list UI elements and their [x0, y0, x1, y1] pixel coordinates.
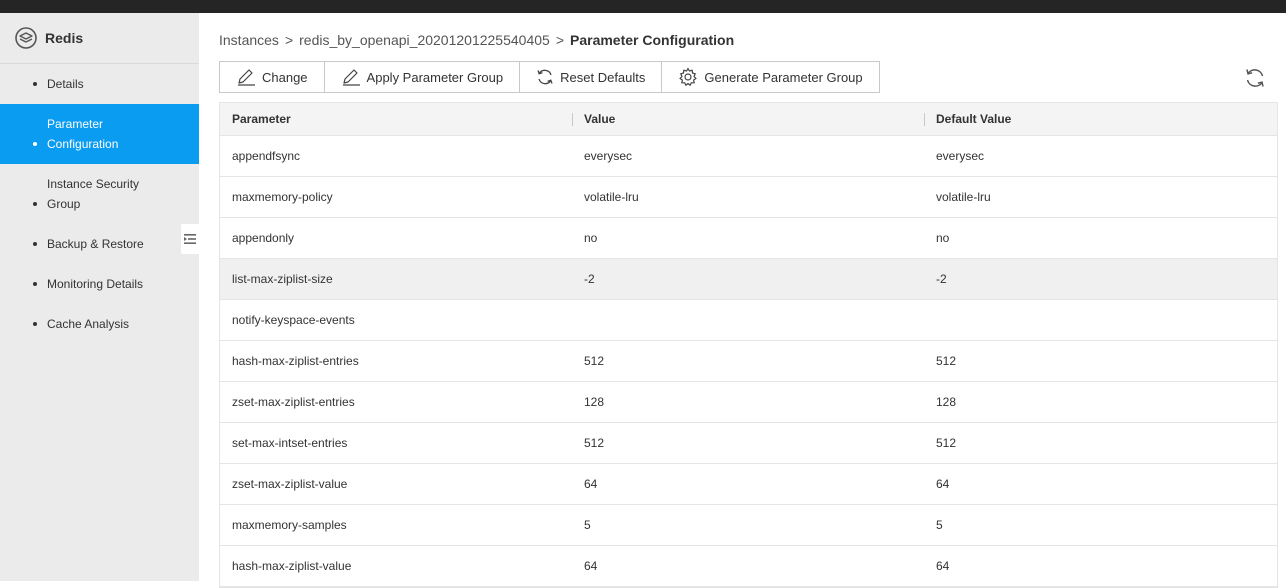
sidebar-nav: Details Parameter Configuration Instance…	[0, 64, 199, 344]
redis-logo-icon	[15, 27, 37, 49]
column-header-default-value: Default Value	[924, 103, 1277, 135]
cell-value: everysec	[584, 149, 633, 163]
bullet-icon	[33, 322, 37, 326]
table-row[interactable]: notify-keyspace-events	[220, 300, 1277, 341]
bullet-icon	[33, 202, 37, 206]
sidebar-collapse-button[interactable]	[181, 224, 199, 254]
change-button[interactable]: Change	[220, 62, 325, 92]
cell-value: 128	[584, 395, 605, 409]
cell-value: 512	[584, 354, 605, 368]
cell-default-value: -2	[936, 272, 947, 286]
table-row[interactable]: list-max-ziplist-size -2 -2	[220, 259, 1277, 300]
sidebar-item-label-line2: Configuration	[47, 137, 119, 151]
sidebar-item-parameter-configuration[interactable]: Parameter Configuration	[0, 104, 199, 164]
cell-default-value: everysec	[936, 149, 985, 163]
bullet-icon	[33, 142, 37, 146]
sidebar: Redis Details Parameter Configuration In…	[0, 13, 199, 581]
cell-value: -2	[584, 272, 595, 286]
edit-pencil-icon	[238, 69, 255, 86]
sidebar-item-instance-security-group[interactable]: Instance Security Group	[0, 164, 199, 224]
sidebar-item-monitoring-details[interactable]: Monitoring Details	[0, 264, 199, 304]
sidebar-brand-label: Redis	[45, 30, 84, 46]
cell-parameter: set-max-intset-entries	[232, 436, 348, 450]
table-header: Parameter Value Default Value	[220, 103, 1277, 136]
cell-default-value: 512	[936, 354, 957, 368]
sidebar-item-backup-restore[interactable]: Backup & Restore	[0, 224, 199, 264]
apply-parameter-group-button[interactable]: Apply Parameter Group	[324, 62, 521, 92]
cell-value: 64	[584, 477, 598, 491]
cell-value: no	[584, 231, 598, 245]
parameter-table: Parameter Value Default Value appendfsyn…	[219, 102, 1278, 588]
sidebar-brand[interactable]: Redis	[0, 13, 199, 64]
breadcrumb-separator: >	[555, 32, 564, 48]
table-row[interactable]: appendfsync everysec everysec	[220, 136, 1277, 177]
table-row[interactable]: maxmemory-policy volatile-lru volatile-lru	[220, 177, 1277, 218]
cell-parameter: zset-max-ziplist-entries	[232, 395, 355, 409]
breadcrumb-instances-link[interactable]: Instances	[219, 32, 279, 48]
refresh-icon[interactable]	[1244, 67, 1266, 89]
top-bar	[0, 0, 1286, 13]
breadcrumb: Instances > redis_by_openapi_2020120122554…	[219, 32, 734, 48]
reset-defaults-button[interactable]: Reset Defaults	[520, 62, 663, 92]
cell-default-value: volatile-lru	[936, 190, 991, 204]
table-row[interactable]: zset-max-ziplist-value 64 64	[220, 464, 1277, 505]
bullet-icon	[33, 242, 37, 246]
sidebar-item-label: Details	[47, 77, 84, 91]
sidebar-item-label: Monitoring Details	[47, 277, 144, 291]
cell-default-value	[924, 300, 1277, 340]
gear-icon	[679, 67, 697, 86]
sidebar-item-label: Cache Analysis	[47, 317, 130, 331]
cell-parameter: hash-max-ziplist-value	[232, 559, 352, 573]
reset-defaults-label: Reset Defaults	[560, 69, 646, 85]
breadcrumb-separator: >	[284, 32, 294, 48]
generate-parameter-group-label: Generate Parameter Group	[704, 69, 863, 85]
cell-parameter: notify-keyspace-events	[232, 313, 355, 327]
cell-default-value: 64	[936, 477, 950, 491]
bullet-icon	[33, 82, 37, 86]
column-header-value: Value	[572, 103, 924, 135]
table-row[interactable]: maxmemory-samples 5 5	[220, 505, 1277, 546]
bullet-icon	[33, 282, 37, 286]
cell-parameter: maxmemory-samples	[232, 518, 347, 532]
cell-parameter: hash-max-ziplist-entries	[232, 354, 359, 368]
cell-parameter: maxmemory-policy	[232, 190, 333, 204]
cell-parameter: appendfsync	[232, 149, 301, 163]
breadcrumb-instance-link[interactable]: redis_by_openapi_20201201225540405	[299, 32, 550, 48]
collapse-menu-icon	[184, 234, 196, 244]
sidebar-item-label: Backup & Restore	[47, 237, 144, 251]
cell-default-value: 512	[936, 436, 957, 450]
sidebar-item-details[interactable]: Details	[0, 64, 199, 104]
sidebar-item-label-line1: Parameter	[47, 117, 104, 131]
table-row[interactable]: set-max-intset-entries 512 512	[220, 423, 1277, 464]
sidebar-item-label-line1: Instance Security	[47, 177, 140, 191]
table-body: appendfsync everysec everysec maxmemory-pol…	[220, 136, 1277, 587]
change-button-label: Change	[262, 69, 308, 85]
generate-parameter-group-button[interactable]: Generate Parameter Group	[662, 62, 879, 92]
cell-value	[572, 300, 924, 340]
table-row[interactable]: hash-max-ziplist-entries 512 512	[220, 341, 1277, 382]
toolbar: Change Apply Parameter Group Reset Defau…	[219, 61, 880, 93]
cell-default-value: 128	[936, 395, 957, 409]
table-row[interactable]: zset-max-ziplist-entries 128 128	[220, 382, 1277, 423]
cell-default-value: no	[936, 231, 950, 245]
cell-value: 5	[584, 518, 591, 532]
cell-parameter: zset-max-ziplist-value	[232, 477, 348, 491]
edit-pencil-icon	[342, 69, 360, 86]
cell-default-value: 5	[936, 518, 943, 532]
table-row[interactable]: appendonly no no	[220, 218, 1277, 259]
apply-parameter-group-label: Apply Parameter Group	[366, 69, 504, 85]
cell-value: 64	[584, 559, 598, 573]
sidebar-item-cache-analysis[interactable]: Cache Analysis	[0, 304, 199, 344]
main-content: Instances > redis_by_openapi_2020120122554…	[199, 13, 1286, 588]
cell-parameter: appendonly	[232, 231, 295, 245]
breadcrumb-current: Parameter Configuration	[570, 32, 735, 48]
reset-arrows-icon	[537, 69, 553, 85]
cell-value: 512	[584, 436, 605, 450]
column-header-parameter: Parameter	[232, 112, 291, 126]
cell-value: volatile-lru	[584, 190, 639, 204]
cell-parameter: list-max-ziplist-size	[232, 272, 333, 286]
cell-default-value: 64	[936, 559, 950, 573]
sidebar-item-label-line2: Group	[47, 197, 81, 211]
